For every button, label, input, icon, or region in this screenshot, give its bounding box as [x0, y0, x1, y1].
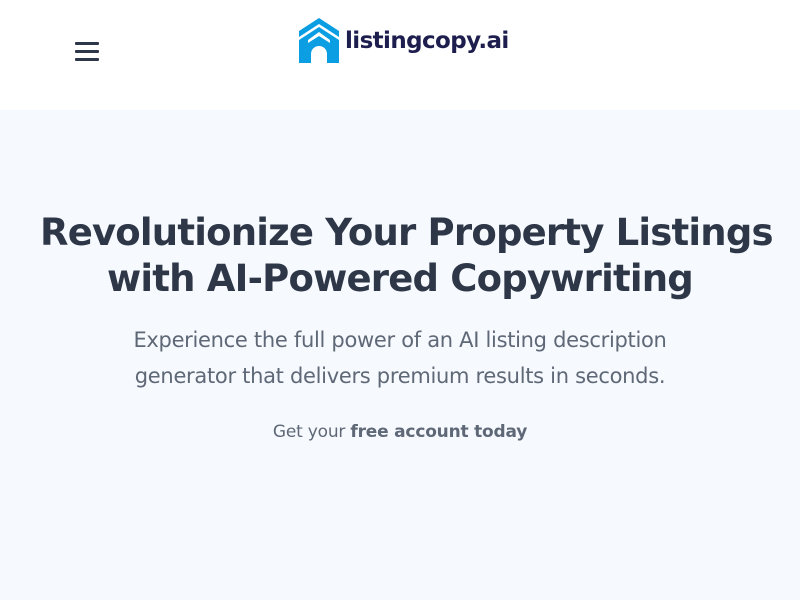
hero-subtitle: Experience the full power of an AI listi…	[60, 322, 740, 394]
hero-title-line-1: Revolutionize Your Property Listings	[40, 211, 774, 254]
cta-prefix: Get your	[272, 422, 351, 442]
hero-title: Revolutionize Your Property Listings wit…	[40, 210, 774, 302]
brand-name: listingcopy.ai	[345, 28, 509, 54]
site-header: listingcopy.ai	[0, 0, 800, 110]
free-account-link[interactable]: free account today	[350, 422, 527, 442]
cta-line: Get your free account today	[100, 419, 700, 445]
house-logo-icon	[299, 18, 339, 63]
hero-subtitle-line-1: Experience the full power of an AI listi…	[133, 328, 667, 352]
hero-section: Revolutionize Your Property Listings wit…	[0, 110, 800, 600]
brand-logo-link[interactable]: listingcopy.ai	[299, 18, 509, 64]
hero-title-line-2: with AI-Powered Copywriting	[107, 257, 694, 300]
menu-button[interactable]	[70, 36, 104, 66]
hero-subtitle-line-2: generator that delivers premium results …	[134, 364, 666, 388]
